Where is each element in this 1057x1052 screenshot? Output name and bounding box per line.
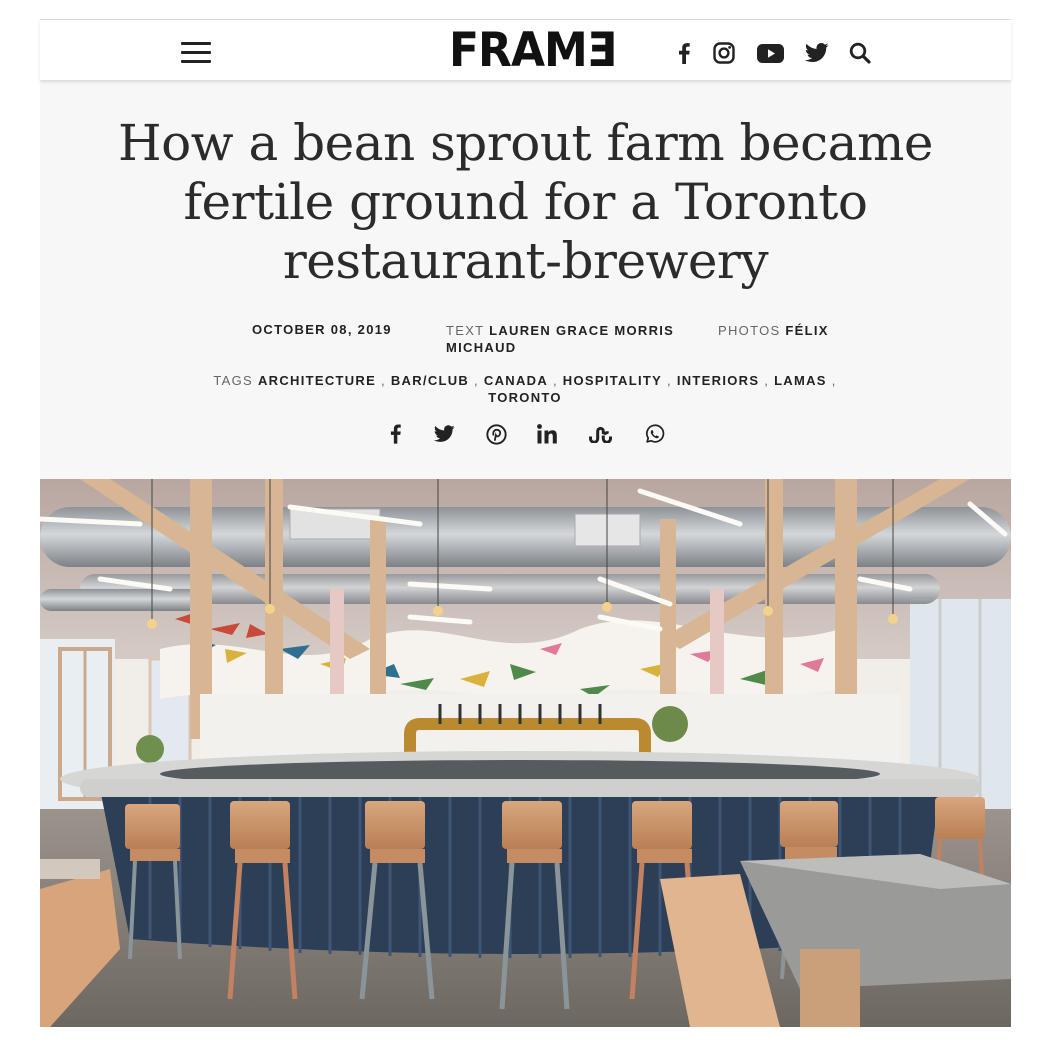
photos-label: PHOTOS xyxy=(718,323,786,338)
author-byline: TEXT LAUREN GRACE MORRIS MICHAUD xyxy=(446,322,696,356)
tag-separator: , xyxy=(469,373,484,388)
tag-link[interactable]: LAMAS xyxy=(774,373,827,388)
facebook-icon[interactable] xyxy=(385,422,405,446)
youtube-icon[interactable] xyxy=(756,41,784,65)
pinterest-icon[interactable] xyxy=(484,422,508,446)
tag-link[interactable]: BAR/CLUB xyxy=(391,373,469,388)
tags-label: TAGS xyxy=(213,373,258,388)
linkedin-icon[interactable] xyxy=(535,422,559,446)
search-icon[interactable] xyxy=(848,41,872,65)
whatsapp-icon[interactable] xyxy=(642,422,666,446)
hamburger-menu-icon[interactable] xyxy=(181,42,211,66)
photographer-link[interactable]: FÉLIX xyxy=(785,323,828,338)
stumbleupon-icon[interactable] xyxy=(588,422,614,446)
tag-link[interactable]: INTERIORS xyxy=(677,373,759,388)
frame-logo[interactable]: FRAMƎ xyxy=(449,22,617,79)
article-header: How a bean sprout farm became fertile gr… xyxy=(40,80,1011,479)
instagram-icon[interactable] xyxy=(712,41,736,65)
tag-link[interactable]: CANADA xyxy=(484,373,548,388)
site-header: FRAMƎ xyxy=(40,20,1011,80)
tag-separator: , xyxy=(548,373,563,388)
tag-separator: , xyxy=(376,373,391,388)
tag-link[interactable]: HOSPITALITY xyxy=(563,373,662,388)
tag-separator: , xyxy=(662,373,677,388)
twitter-icon[interactable] xyxy=(432,422,456,446)
tag-list: TAGS ARCHITECTURE , BAR/CLUB , CANADA , … xyxy=(210,372,840,406)
twitter-icon[interactable] xyxy=(804,41,830,65)
photo-credit: PHOTOS FÉLIX xyxy=(718,322,848,339)
facebook-icon[interactable] xyxy=(674,41,694,65)
text-label: TEXT xyxy=(446,323,490,338)
tag-separator: , xyxy=(826,373,837,388)
tag-separator: , xyxy=(759,373,775,388)
hero-image xyxy=(40,479,1011,1027)
tag-link[interactable]: TORONTO xyxy=(488,390,562,405)
article-title: How a bean sprout farm became fertile gr… xyxy=(118,114,933,290)
logo-text: FRAMƎ xyxy=(449,22,617,79)
tag-link[interactable]: ARCHITECTURE xyxy=(258,373,376,388)
publish-date: OCTOBER 08, 2019 xyxy=(252,322,392,337)
share-bar xyxy=(40,420,1011,448)
